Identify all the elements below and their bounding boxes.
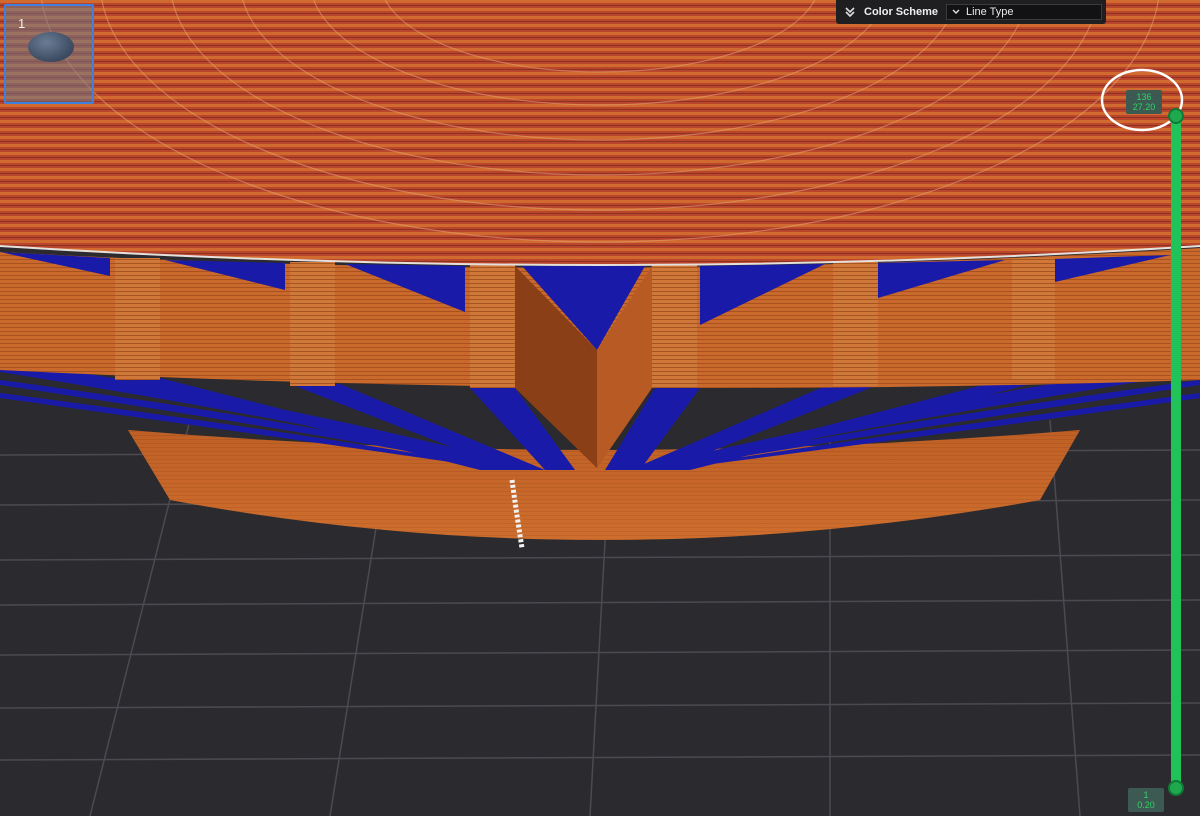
top-layer-height: 27.20 xyxy=(1132,102,1156,112)
plate-thumbnail[interactable]: 1 xyxy=(4,4,94,104)
color-scheme-dropdown[interactable]: Line Type xyxy=(945,4,1102,20)
3d-preview-viewport[interactable] xyxy=(0,0,1200,816)
top-layer-number: 136 xyxy=(1136,92,1152,102)
color-scheme-label: Color Scheme xyxy=(864,6,938,18)
color-scheme-panel: Color Scheme Line Type xyxy=(836,0,1106,24)
plate-number: 1 xyxy=(18,16,26,31)
chevron-down-icon xyxy=(950,6,962,18)
double-chevron-down-icon[interactable] xyxy=(842,4,858,20)
bottom-layer-height: 0.20 xyxy=(1137,800,1155,810)
top-layer-label: 136 27.20 xyxy=(1126,90,1162,114)
layer-slider-top-handle[interactable] xyxy=(1168,108,1184,124)
layer-slider[interactable] xyxy=(1160,100,1200,816)
layer-slider-track[interactable] xyxy=(1171,114,1181,790)
color-scheme-value: Line Type xyxy=(965,6,1014,18)
bottom-layer-label: 1 0.20 xyxy=(1128,788,1164,812)
layer-slider-bottom-handle[interactable] xyxy=(1168,780,1184,796)
bottom-layer-number: 1 xyxy=(1143,790,1149,800)
model-top-surface xyxy=(0,0,1200,265)
plate-model-preview xyxy=(28,32,74,62)
